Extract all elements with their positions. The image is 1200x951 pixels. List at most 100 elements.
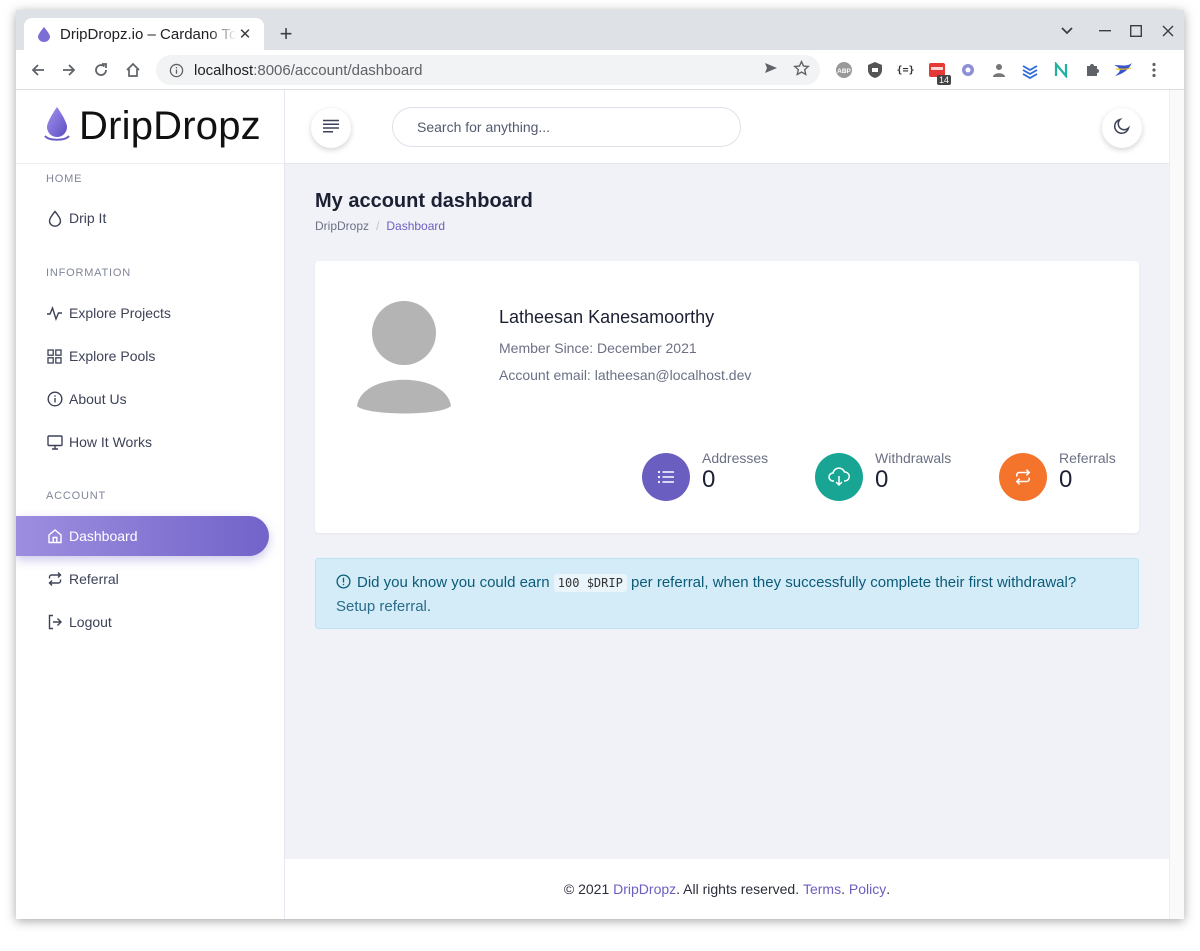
avatar [356, 301, 452, 414]
member-since: Member Since: December 2021 [499, 340, 697, 356]
url-host: localhost [194, 61, 254, 79]
brand-drop-icon [43, 105, 71, 148]
sidebar-item-label: Dashboard [69, 528, 138, 544]
sidebar-item-label: Drip It [69, 210, 107, 226]
tab-strip: DripDropz.io – Cardano Token Distributio… [16, 10, 1184, 50]
site-info-icon[interactable] [168, 62, 184, 78]
activity-icon [46, 305, 63, 322]
brand-name: DripDropz [79, 104, 261, 148]
footer-policy-link[interactable]: Policy [849, 881, 886, 897]
forward-button[interactable] [57, 58, 81, 82]
nav-section-home: HOME [46, 173, 83, 185]
stat-label: Addresses [702, 450, 769, 466]
json-formatter-icon[interactable]: {=} [890, 58, 921, 82]
page-title: My account dashboard [315, 190, 533, 212]
alert-text-before: Did you know you could earn [357, 574, 550, 591]
breadcrumb-home-link[interactable]: DripDropz [315, 219, 369, 233]
footer-terms-link[interactable]: Terms [803, 881, 841, 897]
breadcrumb-current: Dashboard [386, 219, 446, 233]
url-text: localhost:8006/account/dashboard [194, 62, 423, 79]
account-email: Account email: latheesan@localhost.dev [499, 367, 752, 383]
home-button[interactable] [121, 58, 145, 82]
shield-icon[interactable] [859, 58, 890, 82]
sidebar-item-dashboard[interactable]: Dashboard [16, 516, 269, 556]
svg-text:ABP: ABP [837, 68, 851, 75]
footer-dot: . [841, 881, 845, 897]
info-icon [46, 391, 63, 408]
sidebar-item-label: How It Works [69, 434, 152, 450]
extensions-bar: ABP {=} 14 [828, 56, 1184, 85]
sidebar-item-label: Explore Projects [69, 305, 171, 321]
sidebar-item-logout[interactable]: Logout [16, 602, 269, 642]
send-icon[interactable] [763, 60, 779, 82]
sidebar-item-label: Referral [69, 571, 119, 587]
tab-title: DripDropz.io – Cardano Token Distributio… [60, 25, 236, 43]
calendar-extension-icon[interactable]: 14 [921, 58, 952, 85]
grid-icon [46, 348, 63, 365]
extension-badge: 14 [936, 75, 951, 85]
breadcrumb: DripDropz / Dashboard [315, 219, 445, 233]
nav-section-information: INFORMATION [46, 267, 131, 279]
layers-extension-icon[interactable] [1014, 58, 1045, 82]
menu-toggle-button[interactable] [311, 108, 351, 148]
list-icon [642, 453, 690, 501]
sidebar-item-about-us[interactable]: About Us [16, 379, 269, 419]
extensions-puzzle-icon[interactable] [1076, 58, 1107, 82]
top-bar [285, 90, 1169, 164]
repeat-icon [999, 453, 1047, 501]
user-name: Latheesan Kanesamoorthy [499, 307, 715, 327]
drip-amount-code: 100 $DRIP [553, 574, 627, 592]
footer-rights: . All rights reserved. [676, 881, 800, 897]
footer-copyright: © 2021 [563, 881, 610, 897]
drop-favicon-icon [36, 26, 52, 42]
profile-swoosh-icon[interactable] [1107, 58, 1138, 82]
stat-value: 0 [1059, 466, 1073, 493]
brand[interactable]: DripDropz [16, 90, 284, 164]
address-bar[interactable]: localhost:8006/account/dashboard [156, 55, 820, 85]
hamburger-icon [322, 119, 340, 138]
sidebar-item-explore-pools[interactable]: Explore Pools [16, 336, 269, 376]
browser-tab[interactable]: DripDropz.io – Cardano Token Distributio… [24, 18, 264, 50]
theme-toggle-button[interactable] [1102, 108, 1142, 148]
minimize-button[interactable] [1092, 20, 1118, 42]
maximize-button[interactable] [1123, 20, 1149, 42]
sidebar: DripDropz HOME Drip It INFORMATION Explo… [16, 90, 285, 919]
home-icon [46, 528, 63, 545]
adblock-icon[interactable]: ABP [828, 58, 859, 82]
reload-button[interactable] [89, 58, 113, 82]
sidebar-item-drip-it[interactable]: Drip It [16, 198, 269, 238]
alert-info-icon [336, 574, 351, 589]
stat-label: Withdrawals [875, 450, 952, 466]
cloud-download-icon [815, 453, 863, 501]
back-button[interactable] [26, 58, 50, 82]
n-extension-icon[interactable] [1045, 58, 1076, 82]
sidebar-item-label: About Us [69, 391, 127, 407]
sidebar-item-explore-projects[interactable]: Explore Projects [16, 293, 269, 333]
new-tab-button[interactable]: + [274, 21, 298, 46]
droplet-icon [46, 209, 63, 227]
search-input[interactable] [392, 107, 741, 147]
referral-alert: Did you know you could earn 100 $DRIP pe… [315, 558, 1139, 629]
bookmark-star-icon[interactable] [793, 59, 810, 82]
close-tab-icon[interactable]: ✕ [236, 25, 254, 43]
breadcrumb-separator: / [376, 219, 380, 233]
stat-value: 0 [875, 466, 889, 493]
sidebar-item-label: Logout [69, 614, 112, 630]
sidebar-item-label: Explore Pools [69, 348, 156, 364]
close-window-button[interactable] [1155, 20, 1181, 42]
tab-search-icon[interactable] [1054, 20, 1080, 42]
alert-text-after: per referral, when they successfully com… [631, 574, 1077, 591]
puzzle-person-icon[interactable] [983, 58, 1014, 82]
footer-brand-link[interactable]: DripDropz [613, 881, 676, 897]
stat-value: 0 [702, 466, 716, 493]
footer-end: . [886, 881, 891, 897]
moon-icon [1113, 117, 1131, 140]
browser-menu-icon[interactable] [1138, 58, 1169, 82]
page-scrollbar[interactable] [1169, 90, 1184, 919]
url-path: :8006/account/dashboard [253, 61, 423, 79]
sidebar-item-referral[interactable]: Referral [16, 559, 269, 599]
sidebar-item-how-it-works[interactable]: How It Works [16, 422, 269, 462]
gear-extension-icon[interactable] [952, 58, 983, 82]
setup-referral-link[interactable]: Setup referral [336, 598, 427, 615]
page-viewport: DripDropz HOME Drip It INFORMATION Explo… [16, 90, 1169, 919]
